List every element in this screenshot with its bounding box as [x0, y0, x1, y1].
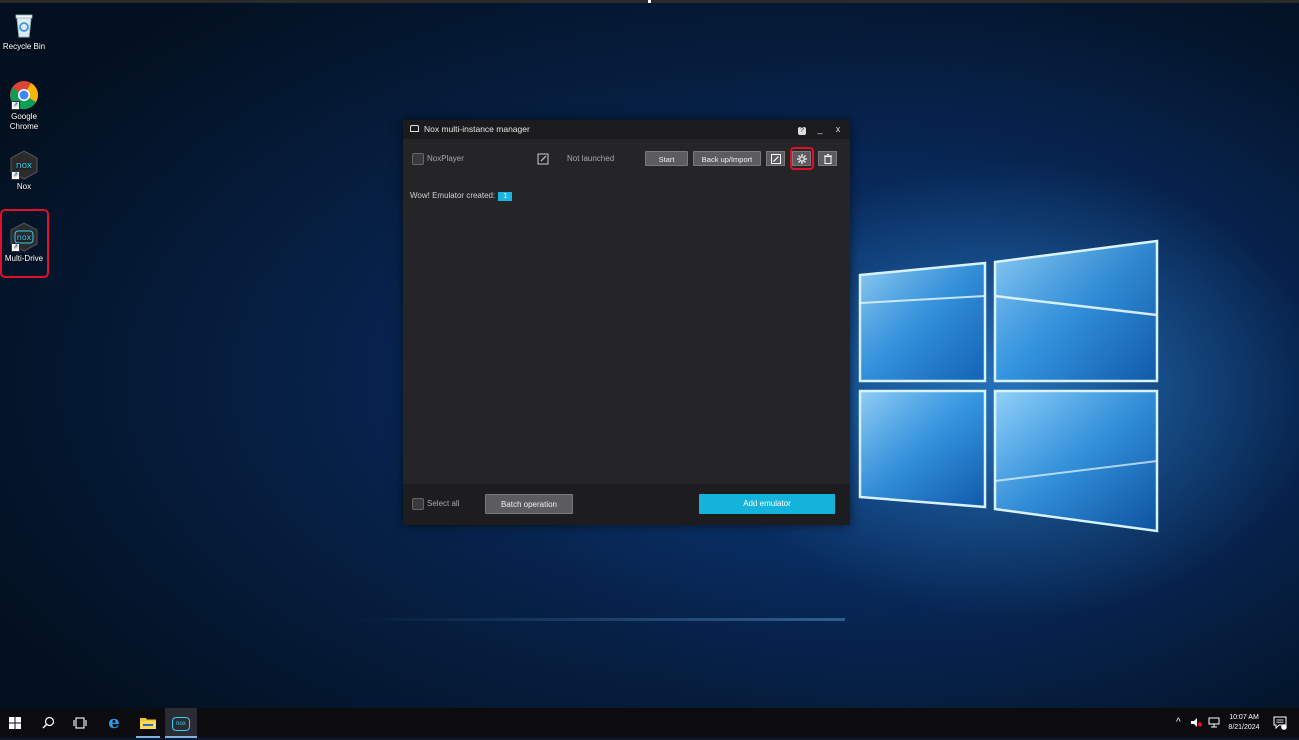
show-hidden-icons-button[interactable]: ^ [1176, 717, 1181, 728]
desktop-icon-nox[interactable]: nox ↗ Nox [0, 150, 48, 192]
chrome-icon: ↗ [9, 80, 39, 110]
network-icon[interactable] [1208, 717, 1220, 730]
desktop-icon-label: Nox [16, 182, 32, 191]
file-explorer-icon [140, 718, 156, 729]
window-footer: Select all Batch operation Add emulator [403, 484, 850, 525]
nox-window-icon [410, 125, 419, 132]
task-view-icon [73, 717, 87, 729]
top-marker [648, 0, 651, 3]
shortcut-button[interactable] [766, 151, 785, 166]
notification-icon [1273, 716, 1287, 730]
file-explorer-button[interactable] [133, 708, 163, 738]
desktop-icon-label: Google Chrome [9, 112, 39, 131]
nox-taskbar-icon: nox [172, 716, 190, 731]
select-all-checkbox[interactable] [412, 498, 424, 510]
desktop-icon-chrome[interactable]: ↗ Google Chrome [0, 80, 48, 132]
shortcut-arrow-icon: ↗ [11, 171, 20, 180]
close-button[interactable]: x [831, 120, 845, 139]
desktop-icon-label: Recycle Bin [2, 42, 46, 51]
start-button[interactable]: Start [645, 151, 688, 166]
emulator-created-info: Wow! Emulator created: 1 [410, 191, 513, 201]
help-button[interactable]: ? [795, 120, 809, 139]
clock-date: 8/21/2024 [1228, 724, 1260, 731]
window-title: Nox multi-instance manager [424, 124, 530, 134]
created-count-badge: 1 [498, 192, 513, 201]
instance-status: Not launched [567, 154, 615, 163]
task-view-button[interactable] [65, 708, 95, 738]
delete-icon [823, 154, 832, 164]
add-emulator-button[interactable]: Add emulator [699, 494, 835, 514]
edit-icon[interactable] [537, 152, 549, 165]
instance-name: NoxPlayer [427, 154, 464, 163]
light-beam [345, 618, 845, 621]
batch-operation-button[interactable]: Batch operation [485, 494, 573, 514]
shortcut-arrow-icon: ↗ [11, 101, 20, 110]
search-icon [42, 716, 54, 729]
edge-button[interactable]: e [99, 708, 129, 738]
start-button[interactable] [0, 708, 30, 738]
nox-taskbar-button[interactable]: nox [165, 708, 197, 738]
instance-row: NoxPlayer Not launched Start Back up/Imp… [403, 147, 850, 171]
clock[interactable]: 10:07 AM 8/21/2024 [1224, 713, 1264, 733]
nox-multi-instance-window: Nox multi-instance manager ? _ x NoxPlay… [403, 120, 850, 525]
clock-time: 10:07 AM [1229, 714, 1259, 721]
start-icon [9, 717, 21, 729]
select-all-label: Select all [427, 499, 460, 508]
backup-import-button[interactable]: Back up/Import [693, 151, 761, 166]
recycle-bin-icon [9, 10, 39, 40]
created-text: Wow! Emulator created: [410, 191, 496, 200]
instance-checkbox[interactable] [412, 153, 424, 165]
notification-center-button[interactable] [1273, 716, 1287, 732]
delete-button[interactable] [818, 151, 837, 166]
minimize-button[interactable]: _ [813, 120, 827, 139]
nox-icon: nox ↗ [9, 150, 39, 180]
shortcut-icon [770, 154, 781, 164]
window-title-bar[interactable]: Nox multi-instance manager ? _ x [403, 120, 850, 139]
multi-drive-highlight [0, 209, 49, 278]
search-button[interactable] [33, 708, 63, 738]
help-icon: ? [798, 127, 806, 135]
windows-logo [345, 235, 1165, 621]
edge-icon: e [108, 712, 120, 733]
desktop-icon-recycle-bin[interactable]: Recycle Bin [0, 10, 48, 52]
svg-text:nox: nox [16, 161, 33, 171]
taskbar: e nox ^ 10:07 AM 8/21/2024 [0, 708, 1299, 738]
volume-icon[interactable] [1191, 717, 1203, 730]
settings-highlight [790, 147, 814, 170]
